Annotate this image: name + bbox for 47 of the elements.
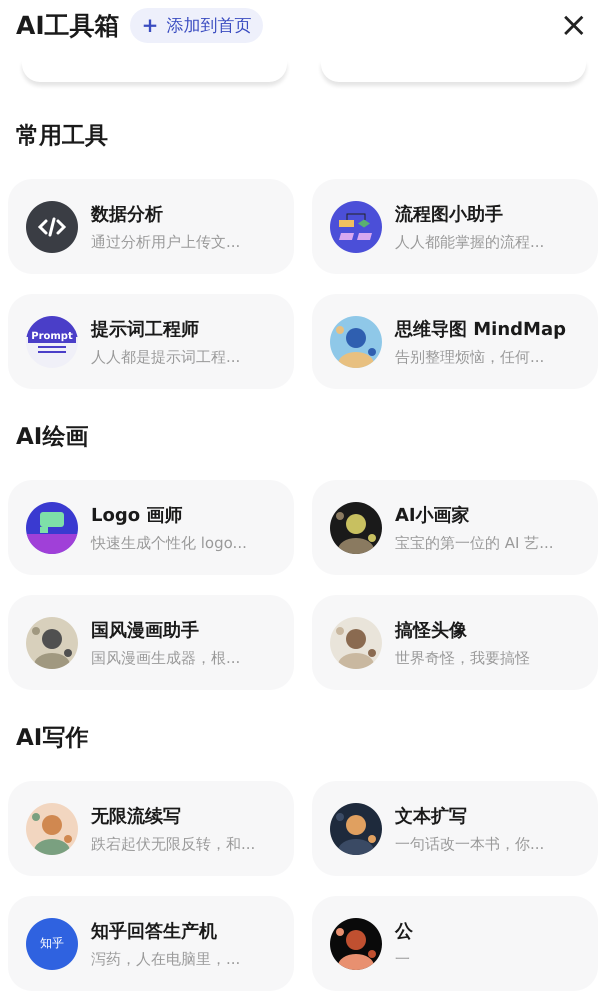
tool-description: 人人都能掌握的流程... [395, 232, 544, 252]
tool-description: 人人都是提示词工程... [91, 348, 240, 366]
tool-description: 一句话改一本书，你... [395, 834, 544, 854]
tool-description: 泻药，人在电脑里，... [91, 950, 240, 968]
tool-card[interactable]: 思维导图 MindMap 告别整理烦恼，任何... [312, 294, 598, 389]
tool-description: 告别整理烦恼，任何... [395, 348, 546, 366]
section-title: 常用工具 [15, 122, 109, 151]
tool-card[interactable]: Prompt 提示词工程师 人人都是提示词工程... [8, 294, 294, 389]
tool-description: 一 [395, 950, 411, 968]
tool-name: 思维导图 MindMap [395, 318, 566, 340]
tool-card[interactable]: 文本扩写 一句话改一本书，你... [312, 781, 598, 876]
tool-card[interactable]: AI小画家 宝宝的第一位的 AI 艺... [312, 480, 598, 575]
add-to-home-button[interactable]: + 添加到首页 [130, 8, 264, 42]
tool-description: 国风漫画生成器，根... [91, 648, 240, 668]
code-icon [26, 200, 78, 252]
tool-name: 公 [395, 920, 413, 942]
tool-card[interactable]: 知乎 知乎回答生产机 泻药，人在电脑里，... [8, 896, 294, 991]
tool-description: 宝宝的第一位的 AI 艺... [395, 534, 554, 552]
tool-card[interactable]: 无限流续写 跌宕起伏无限反转，和... [8, 781, 294, 876]
section-title: AI绘画 [15, 423, 90, 452]
tool-description: 跌宕起伏无限反转，和... [91, 834, 256, 854]
tool-name: 文本扩写 [395, 804, 468, 828]
section-title: AI写作 [15, 724, 90, 753]
tool-name: 无限流续写 [91, 804, 182, 828]
tool-name: Logo 画师 [91, 504, 184, 526]
tool-card[interactable]: 流程图小助手 人人都能掌握的流程... [312, 179, 598, 274]
prompt-icon: Prompt [26, 316, 78, 368]
tool-name: 知乎回答生产机 [91, 920, 218, 942]
tool-name: 数据分析 [91, 202, 164, 226]
tool-name: 搞怪头像 [395, 618, 468, 642]
app-logo-icon: 知乎 [26, 918, 78, 970]
tool-description: 通过分析用户上传文... [91, 232, 240, 252]
tool-card[interactable]: Logo 画师 快速生成个性化 logo... [8, 480, 294, 575]
tool-name: 流程图小助手 [395, 202, 504, 226]
tool-name: 国风漫画助手 [91, 618, 200, 642]
close-button[interactable]: × [556, 8, 592, 42]
tool-description: 世界奇怪，我要搞怪 [395, 648, 530, 668]
tool-name: 提示词工程师 [91, 318, 200, 340]
logo-icon [26, 502, 78, 554]
tool-description: 快速生成个性化 logo... [91, 534, 247, 552]
tool-card[interactable]: 公 一 [312, 896, 598, 991]
tool-card[interactable]: 搞怪头像 世界奇怪，我要搞怪 [312, 595, 598, 690]
tool-card[interactable]: 国风漫画助手 国风漫画生成器，根... [8, 595, 294, 690]
tool-name: AI小画家 [395, 504, 471, 526]
page-title: AI工具箱 [16, 10, 120, 42]
flowchart-icon [330, 200, 382, 252]
tool-card[interactable]: 数据分析 通过分析用户上传文... [8, 179, 294, 274]
